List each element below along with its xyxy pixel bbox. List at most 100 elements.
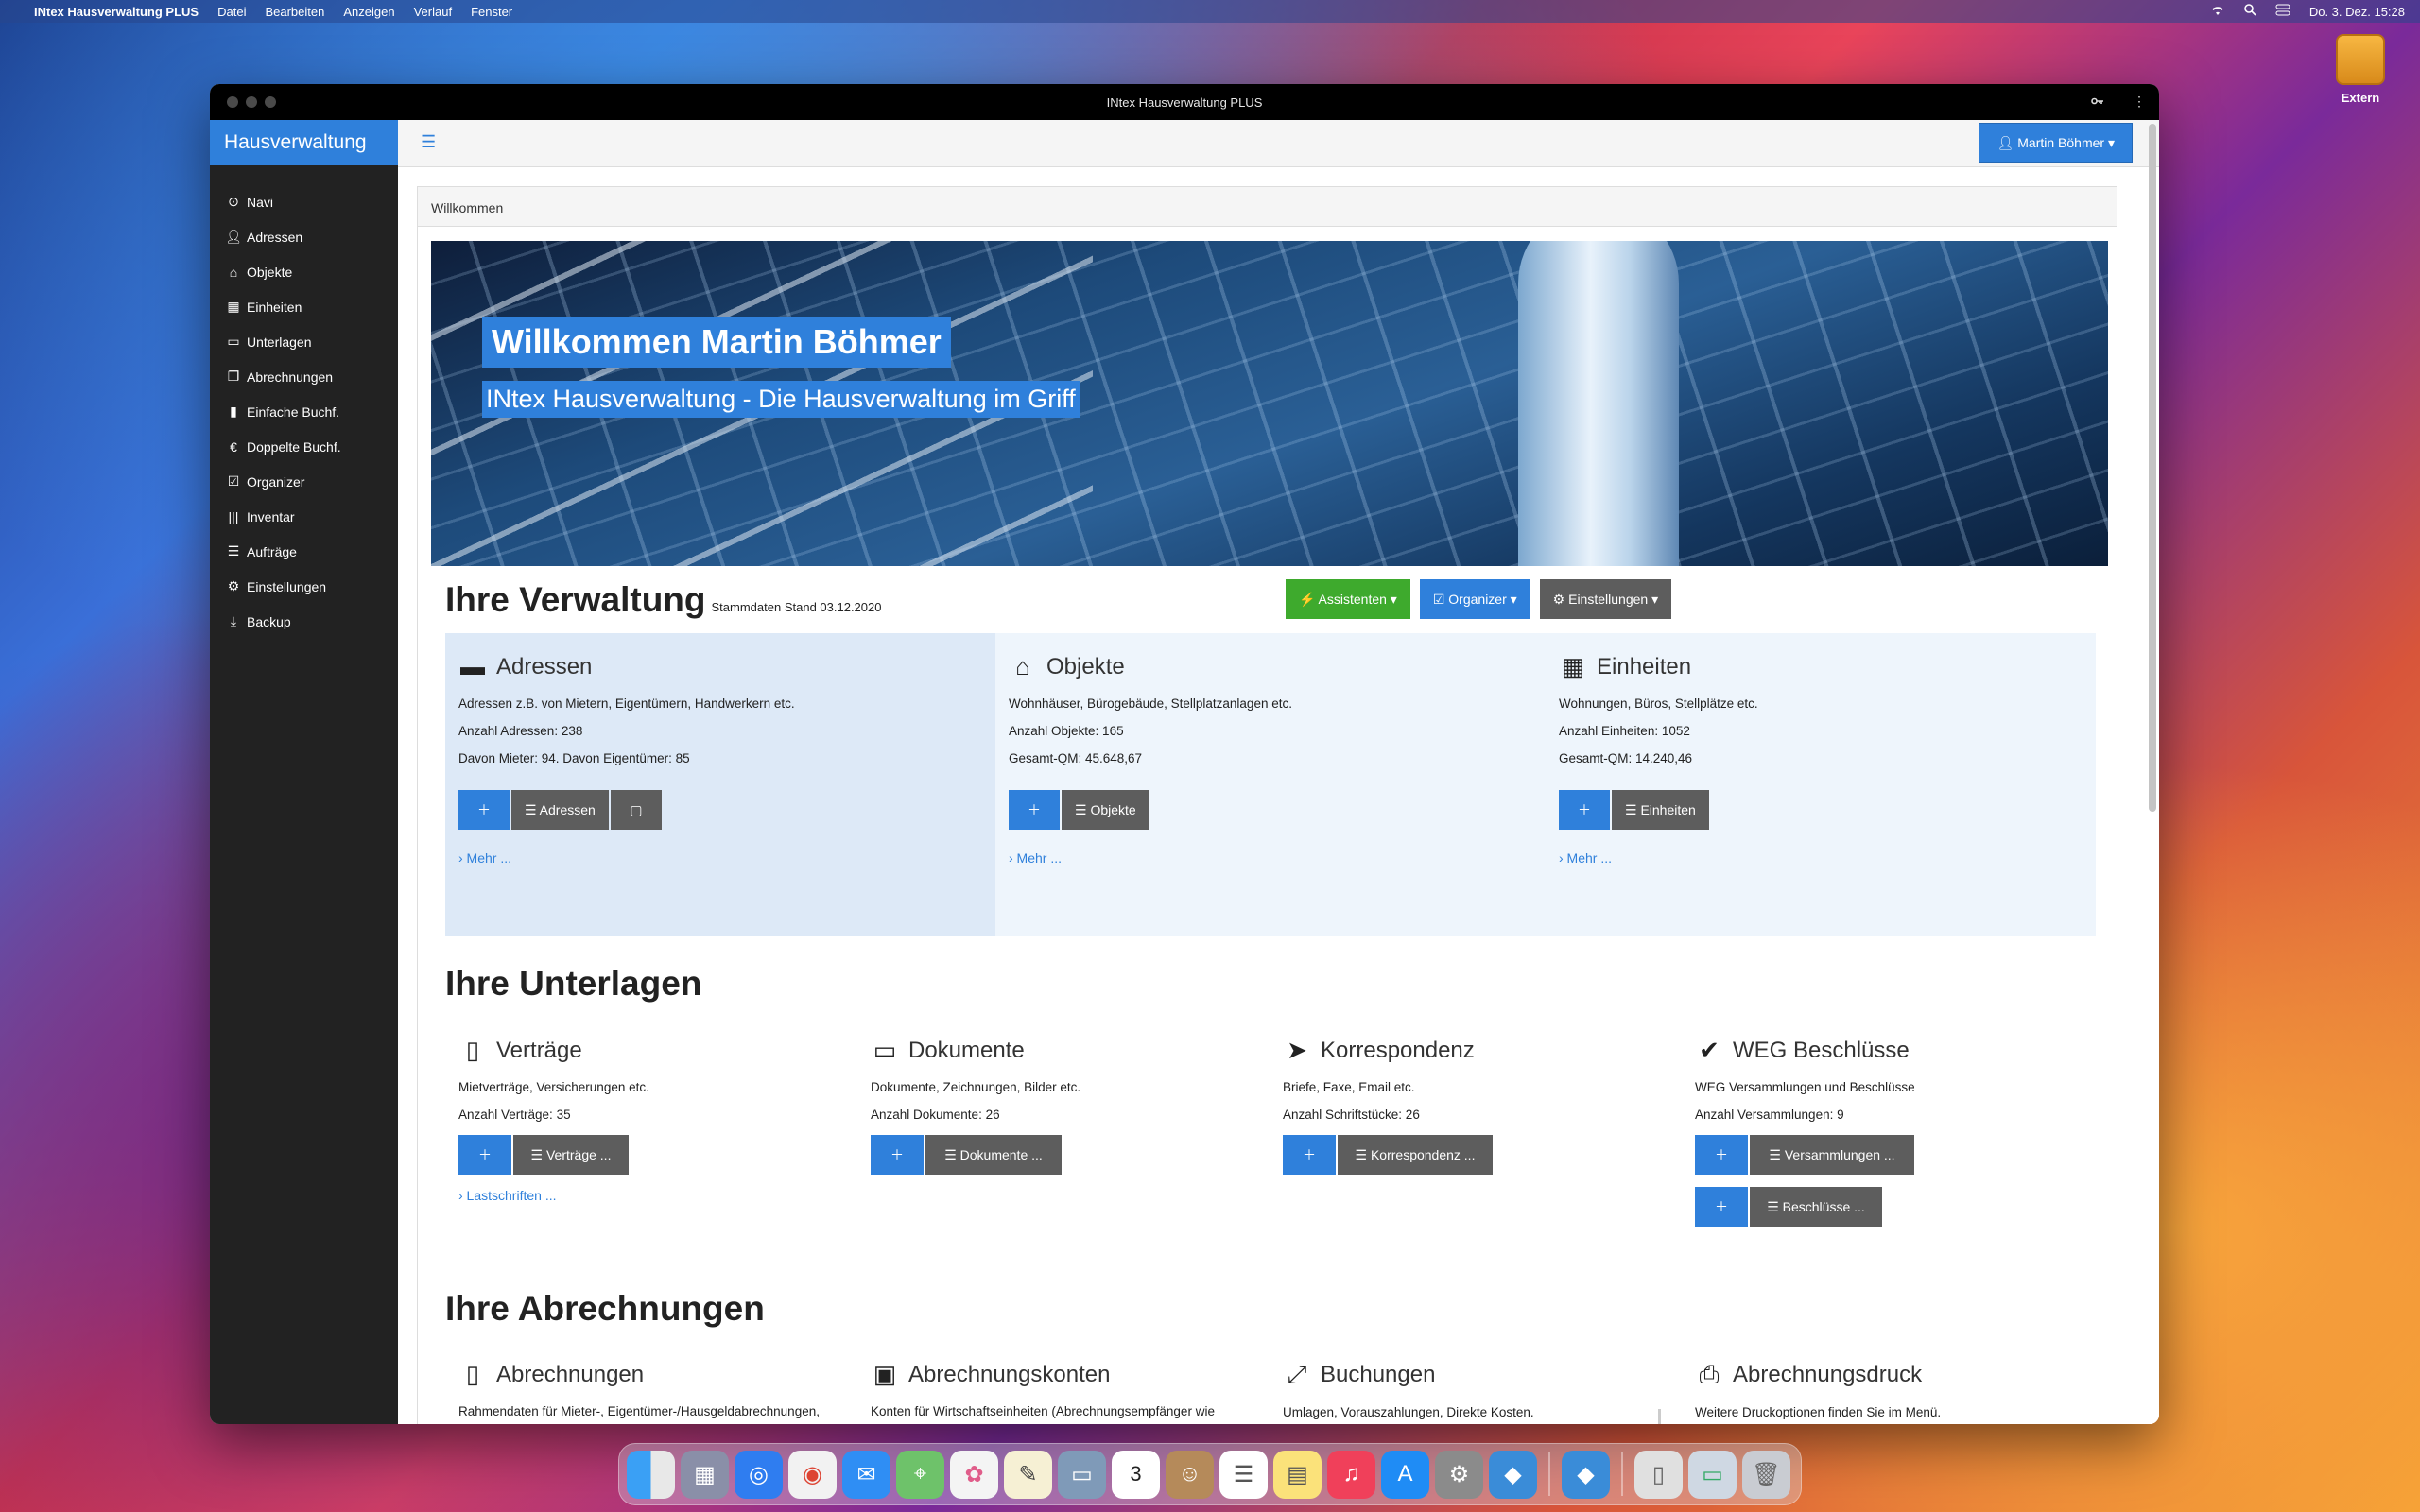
square-icon[interactable]: ▢	[610, 790, 662, 830]
verwaltung-title-text: Ihre Verwaltung	[445, 580, 706, 619]
add-beschluss-button[interactable]: ＋	[1695, 1187, 1748, 1227]
add-einheit-button[interactable]: ＋	[1559, 790, 1610, 830]
menubar-app-name[interactable]: INtex Hausverwaltung PLUS	[34, 5, 199, 19]
music-icon[interactable]: ♫	[1327, 1450, 1375, 1499]
home-icon: ⌂	[1015, 652, 1030, 680]
add-korrespondenz-button[interactable]: ＋	[1283, 1135, 1336, 1175]
card-description: Rahmendaten für Mieter-, Eigentümer-/Hau…	[458, 1404, 820, 1418]
zoom-window-button[interactable]	[265, 96, 276, 108]
photos-icon[interactable]: ✿	[950, 1450, 998, 1499]
einstellungen-dropdown-button[interactable]: ⚙ Einstellungen ▾	[1539, 579, 1672, 619]
add-adresse-button[interactable]: ＋	[458, 790, 510, 830]
list-vertraege-button[interactable]: ☰ Verträge ...	[513, 1135, 629, 1175]
folder-icon: ▭	[227, 334, 240, 349]
abrechnungen-title: Ihre Abrechnungen	[445, 1289, 765, 1328]
mehr-link[interactable]: › Mehr ...	[458, 850, 795, 866]
card-title: Adressen	[496, 653, 593, 679]
list-adressen-button[interactable]: ☰ Adressen	[511, 790, 609, 830]
user-menu-button[interactable]: 👤︎ Martin Böhmer ▾	[1979, 123, 2133, 163]
expand-arrows-icon: ⤢	[1287, 1360, 1307, 1388]
minimize-window-button[interactable]	[246, 96, 257, 108]
sidebar-brand[interactable]: Hausverwaltung	[210, 120, 398, 165]
sidebar-item-objekte[interactable]: ⌂ Objekte	[210, 254, 398, 289]
barcode-icon: |||	[228, 508, 239, 524]
spotlight-search-icon[interactable]	[2244, 4, 2256, 19]
hero-title: Willkommen Martin Böhmer	[482, 317, 951, 368]
sidebar-item-adressen[interactable]: 👤︎ Adressen	[210, 219, 398, 254]
organizer-dropdown-button[interactable]: ☑ Organizer ▾	[1419, 579, 1530, 619]
document-icon[interactable]: ▯	[1634, 1450, 1683, 1499]
list-icon: ☰	[227, 543, 240, 558]
list-versammlungen-button[interactable]: ☰ Versammlungen ...	[1750, 1135, 1914, 1175]
list-korrespondenz-button[interactable]: ☰ Korrespondenz ...	[1338, 1135, 1493, 1175]
list-dokumente-button[interactable]: ☰ Dokumente ...	[925, 1135, 1062, 1175]
sidebar-item-inventar[interactable]: ||| Inventar	[210, 499, 398, 534]
menubar-clock[interactable]: Do. 3. Dez. 15:28	[2309, 5, 2405, 19]
card-description: Umlagen, Vorauszahlungen, Direkte Kosten…	[1283, 1405, 1534, 1419]
sidebar-item-doppelte-buchf[interactable]: € Doppelte Buchf.	[210, 429, 398, 464]
finder-icon[interactable]	[627, 1450, 675, 1499]
desktop-drive-extern[interactable]: Extern	[2327, 34, 2394, 105]
menu-datei[interactable]: Datei	[217, 5, 246, 19]
euro-icon: €	[230, 438, 237, 455]
list-einheiten-button[interactable]: ☰ Einheiten	[1612, 790, 1709, 830]
card-description: Dokumente, Zeichnungen, Bilder etc.	[871, 1080, 1081, 1094]
chrome-icon[interactable]: ◉	[788, 1450, 837, 1499]
hero-subtitle: INtex Hausverwaltung - Die Hausverwaltun…	[482, 381, 1080, 418]
sidebar-item-abrechnungen[interactable]: ❐ Abrechnungen	[210, 359, 398, 394]
app-store-icon[interactable]: A	[1381, 1450, 1429, 1499]
key-icon[interactable]	[2091, 94, 2104, 110]
preview-icon[interactable]: ▭	[1058, 1450, 1106, 1499]
sidebar-item-auftraege[interactable]: ☰ Aufträge	[210, 534, 398, 569]
list-beschluesse-button[interactable]: ☰ Beschlüsse ...	[1750, 1187, 1882, 1227]
sidebar-item-einheiten[interactable]: ▦ Einheiten	[210, 289, 398, 324]
more-vertical-icon[interactable]: ⋮	[2133, 94, 2146, 110]
trash-icon[interactable]: 🗑︎	[1742, 1450, 1790, 1499]
window-titlebar[interactable]: INtex Hausverwaltung PLUS ⋮	[210, 84, 2159, 120]
sidebar-item-einstellungen[interactable]: ⚙ Einstellungen	[210, 569, 398, 604]
menu-bearbeiten[interactable]: Bearbeiten	[265, 5, 324, 19]
sidebar-item-unterlagen[interactable]: ▭ Unterlagen	[210, 324, 398, 359]
vertical-scrollbar[interactable]	[2149, 124, 2156, 812]
reminders-icon[interactable]: ☰	[1219, 1450, 1268, 1499]
sidebar-item-organizer[interactable]: ☑ Organizer	[210, 464, 398, 499]
sidebar-item-einfache-buchf[interactable]: ▮ Einfache Buchf.	[210, 394, 398, 429]
menu-fenster[interactable]: Fenster	[471, 5, 512, 19]
textedit-icon[interactable]: ✎	[1004, 1450, 1052, 1499]
intex-hausverwaltung-icon[interactable]: ◆	[1562, 1450, 1610, 1499]
hamburger-menu-icon[interactable]: ☰	[421, 132, 436, 152]
launchpad-icon[interactable]: ▦	[681, 1450, 729, 1499]
safari-icon[interactable]: ◎	[735, 1450, 783, 1499]
assistenten-dropdown-button[interactable]: ⚡ Assistenten ▾	[1286, 579, 1410, 619]
user-menu-label: Martin Böhmer ▾	[2017, 134, 2115, 150]
add-versammlung-button[interactable]: ＋	[1695, 1135, 1748, 1175]
sidebar-item-backup[interactable]: ⤓ Backup	[210, 604, 398, 639]
contacts-icon[interactable]: ☺	[1166, 1450, 1214, 1499]
mehr-link[interactable]: › Mehr ...	[1559, 850, 1758, 866]
add-objekt-button[interactable]: ＋	[1009, 790, 1060, 830]
notes-icon[interactable]: ▤	[1273, 1450, 1322, 1499]
card-title: Abrechnungsdruck	[1733, 1362, 1923, 1387]
lastschriften-link[interactable]: › Lastschriften ...	[458, 1188, 649, 1203]
card-stat: Anzahl Verträge: 35	[458, 1108, 571, 1122]
sidebar-item-label: Navi	[247, 194, 274, 210]
list-objekte-button[interactable]: ☰ Objekte	[1062, 790, 1150, 830]
intex-app-icon[interactable]: ◆	[1489, 1450, 1537, 1499]
close-window-button[interactable]	[227, 96, 238, 108]
card-buttons: ＋ ☰ Dokumente ...	[871, 1135, 1080, 1175]
add-dokument-button[interactable]: ＋	[871, 1135, 924, 1175]
wifi-icon[interactable]	[2210, 5, 2225, 19]
system-preferences-icon[interactable]: ⚙	[1435, 1450, 1483, 1499]
maps-icon[interactable]: ⌖	[896, 1450, 944, 1499]
menu-verlauf[interactable]: Verlauf	[414, 5, 452, 19]
mail-icon[interactable]: ✉	[842, 1450, 890, 1499]
calendar-icon[interactable]: 3	[1112, 1450, 1160, 1499]
control-center-icon[interactable]	[2275, 4, 2290, 19]
downloads-folder-icon[interactable]: ▭	[1688, 1450, 1737, 1499]
sidebar-item-navi[interactable]: ⊙ Navi	[210, 184, 398, 219]
add-vertrag-button[interactable]: ＋	[458, 1135, 511, 1175]
mehr-link[interactable]: › Mehr ...	[1009, 850, 1292, 866]
menu-anzeigen[interactable]: Anzeigen	[343, 5, 394, 19]
card-buchungen: ⤢ Buchungen Umlagen, Vorauszahlungen, Dir…	[1283, 1360, 1534, 1424]
app-window: INtex Hausverwaltung PLUS ⋮ Hausverwaltu…	[210, 84, 2159, 1424]
